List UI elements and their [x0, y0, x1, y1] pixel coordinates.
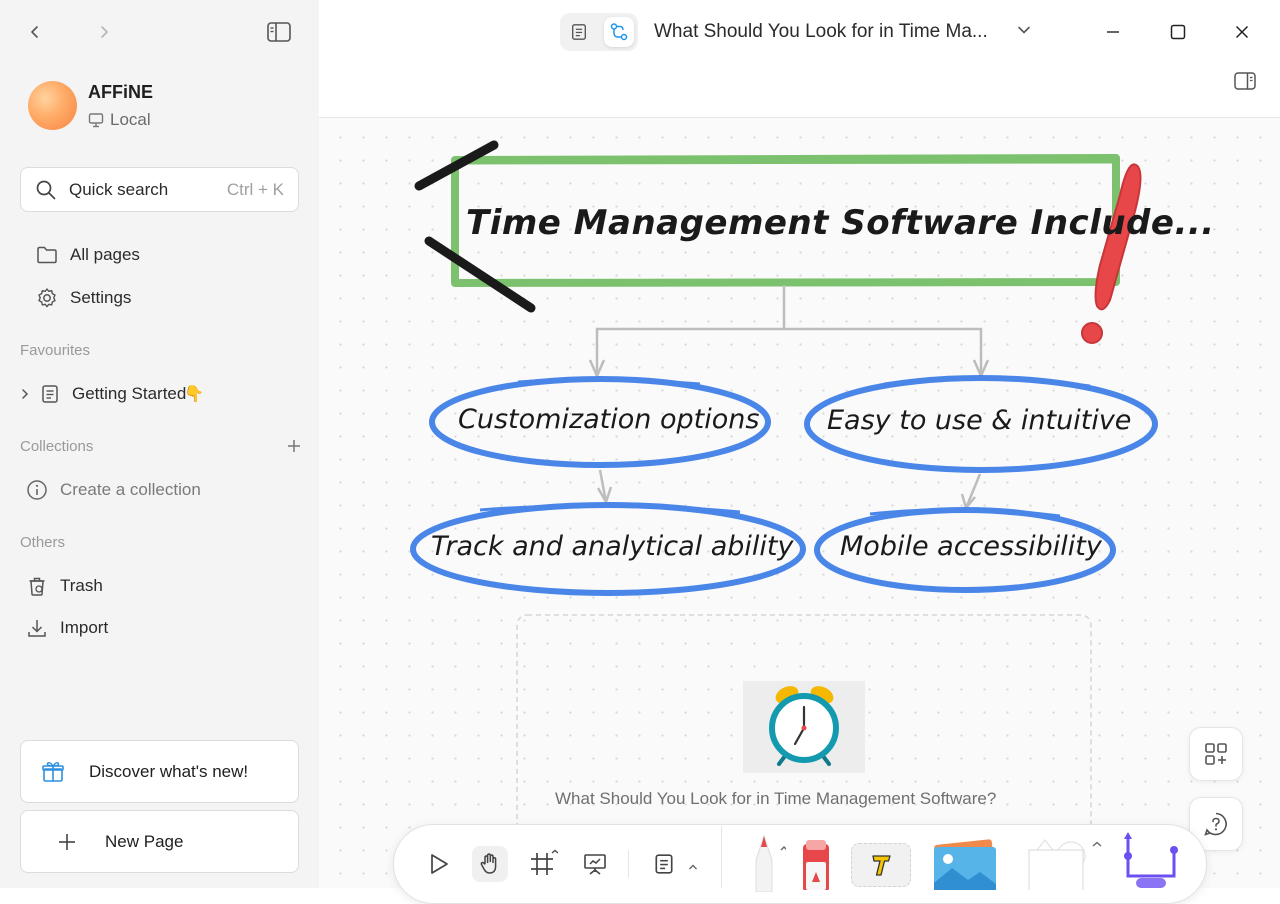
node-easy-to-use[interactable]: Easy to use & intuitive — [827, 405, 1131, 436]
connector-to-easy-use — [784, 327, 983, 376]
cursor-icon — [431, 854, 448, 874]
connector-tool[interactable] — [1118, 830, 1188, 890]
title-frame-sketch-line — [458, 160, 1114, 165]
chevron-up-icon — [689, 864, 697, 870]
toolbar-divider — [721, 826, 722, 888]
select-tool[interactable] — [421, 846, 457, 882]
help-icon — [1204, 812, 1227, 836]
hand-tool[interactable] — [472, 846, 508, 882]
note-icon — [655, 854, 673, 874]
connector-to-customization — [595, 285, 786, 376]
connector-to-mobile — [964, 473, 982, 509]
shape-tool[interactable] — [1023, 836, 1113, 890]
toolbar-divider — [628, 850, 629, 878]
alarm-clock-icon[interactable] — [769, 683, 839, 766]
exclamation-mark-shape[interactable] — [1081, 163, 1142, 344]
note-tool[interactable] — [646, 846, 682, 882]
node-customization-options[interactable]: Customization options — [458, 404, 759, 435]
canvas-drawing-layer — [410, 140, 1158, 888]
presentation-icon — [584, 854, 606, 875]
text-tool[interactable] — [851, 843, 911, 887]
presentation-tool[interactable] — [577, 846, 613, 882]
add-widget-button[interactable] — [1189, 727, 1243, 781]
note-caption[interactable]: What Should You Look for in Time Managem… — [555, 789, 996, 809]
node-track-analytical[interactable]: Track and analytical ability — [431, 531, 793, 562]
grid-plus-icon — [1205, 743, 1227, 765]
frame-icon — [531, 849, 558, 875]
image-tool[interactable] — [930, 838, 1000, 890]
eraser-tool[interactable] — [800, 838, 834, 890]
text-icon — [872, 855, 891, 876]
node-mobile-accessibility[interactable]: Mobile accessibility — [840, 531, 1102, 562]
frame-title-text[interactable]: Time Management Software Include... — [466, 203, 1215, 243]
exclamation-dot — [1081, 322, 1103, 344]
pen-tool[interactable] — [746, 832, 786, 892]
frame-tool[interactable] — [525, 846, 561, 882]
hand-icon — [480, 853, 497, 874]
connector-lines[interactable] — [588, 285, 990, 511]
note-tool-expand[interactable] — [688, 858, 700, 870]
black-brush-stroke[interactable] — [424, 236, 536, 313]
